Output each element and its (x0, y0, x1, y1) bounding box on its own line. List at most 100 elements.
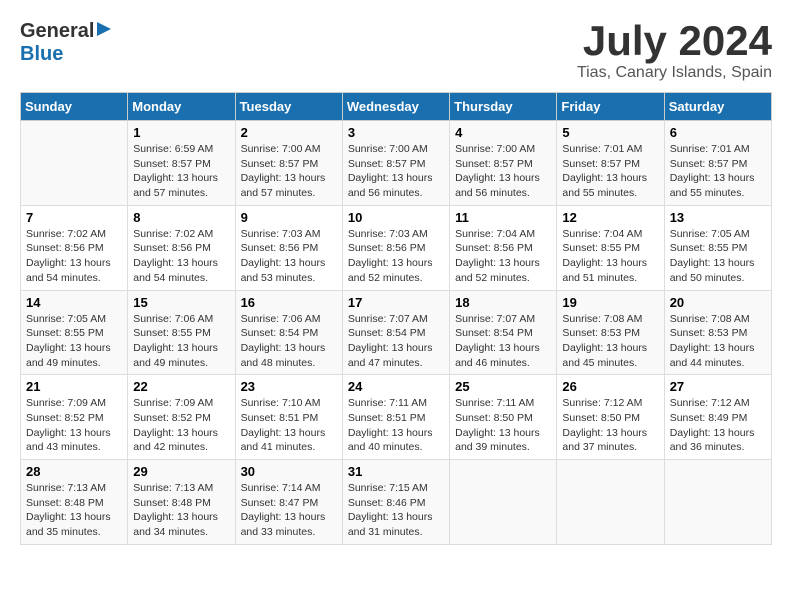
day-info: Sunrise: 7:12 AM Sunset: 8:50 PM Dayligh… (562, 396, 658, 455)
day-number: 19 (562, 295, 658, 310)
day-info: Sunrise: 7:12 AM Sunset: 8:49 PM Dayligh… (670, 396, 766, 455)
day-number: 25 (455, 379, 551, 394)
calendar-cell: 20Sunrise: 7:08 AM Sunset: 8:53 PM Dayli… (664, 290, 771, 375)
calendar-cell: 13 Sunrise: 7:05 AM Sunset: 8:55 PM Dayli… (664, 205, 771, 290)
day-number: 23 (241, 379, 337, 394)
column-header-monday: Monday (128, 93, 235, 121)
day-info: Sunrise: 7:08 AM Sunset: 8:53 PM Dayligh… (562, 312, 658, 371)
day-info: Sunrise: 7:13 AM Sunset: 8:48 PM Dayligh… (133, 481, 229, 540)
calendar-cell: 5 Sunrise: 7:01 AM Sunset: 8:57 PM Daylig… (557, 121, 664, 206)
day-number: 11 (455, 210, 551, 225)
calendar-cell: 16Sunrise: 7:06 AM Sunset: 8:54 PM Dayli… (235, 290, 342, 375)
calendar-cell: 21 Sunrise: 7:09 AM Sunset: 8:52 PM Dayli… (21, 375, 128, 460)
day-info: Sunrise: 7:00 AM Sunset: 8:57 PM Dayligh… (455, 142, 551, 201)
calendar-cell: 28 Sunrise: 7:13 AM Sunset: 8:48 PM Dayli… (21, 460, 128, 545)
calendar-cell: 10 Sunrise: 7:03 AM Sunset: 8:56 PM Dayli… (342, 205, 449, 290)
calendar-cell: 19 Sunrise: 7:08 AM Sunset: 8:53 PM Dayli… (557, 290, 664, 375)
calendar-cell: 14Sunrise: 7:05 AM Sunset: 8:55 PM Dayli… (21, 290, 128, 375)
day-number: 24 (348, 379, 444, 394)
day-info: Sunrise: 7:07 AM Sunset: 8:54 PM Dayligh… (348, 312, 444, 371)
day-info: Sunrise: 7:09 AM Sunset: 8:52 PM Dayligh… (133, 396, 229, 455)
location-text: Tias, Canary Islands, Spain (577, 64, 772, 82)
day-info: Sunrise: 7:05 AM Sunset: 8:55 PM Dayligh… (26, 312, 122, 371)
calendar-cell (21, 121, 128, 206)
month-title: July 2024 (577, 20, 772, 62)
day-info: Sunrise: 7:00 AM Sunset: 8:57 PM Dayligh… (348, 142, 444, 201)
day-number: 26 (562, 379, 658, 394)
day-number: 29 (133, 464, 229, 479)
day-number: 1 (133, 125, 229, 140)
day-number: 13 (670, 210, 766, 225)
column-header-sunday: Sunday (21, 93, 128, 121)
column-header-friday: Friday (557, 93, 664, 121)
logo-general-text: General (20, 20, 94, 43)
day-info: Sunrise: 7:01 AM Sunset: 8:57 PM Dayligh… (562, 142, 658, 201)
day-number: 8 (133, 210, 229, 225)
day-info: Sunrise: 6:59 AM Sunset: 8:57 PM Dayligh… (133, 142, 229, 201)
logo: General Blue (20, 20, 113, 66)
column-header-thursday: Thursday (450, 93, 557, 121)
calendar-cell: 8 Sunrise: 7:02 AM Sunset: 8:56 PM Daylig… (128, 205, 235, 290)
day-info: Sunrise: 7:06 AM Sunset: 8:55 PM Dayligh… (133, 312, 229, 371)
day-info: Sunrise: 7:07 AM Sunset: 8:54 PM Dayligh… (455, 312, 551, 371)
day-number: 17 (348, 295, 444, 310)
column-header-wednesday: Wednesday (342, 93, 449, 121)
calendar-cell: 6Sunrise: 7:01 AM Sunset: 8:57 PM Daylig… (664, 121, 771, 206)
day-info: Sunrise: 7:00 AM Sunset: 8:57 PM Dayligh… (241, 142, 337, 201)
day-info: Sunrise: 7:15 AM Sunset: 8:46 PM Dayligh… (348, 481, 444, 540)
day-info: Sunrise: 7:03 AM Sunset: 8:56 PM Dayligh… (348, 227, 444, 286)
calendar-cell: 1 Sunrise: 6:59 AM Sunset: 8:57 PM Daylig… (128, 121, 235, 206)
calendar-cell (664, 460, 771, 545)
calendar-week-row: 21 Sunrise: 7:09 AM Sunset: 8:52 PM Dayli… (21, 375, 772, 460)
calendar-cell: 30 Sunrise: 7:14 AM Sunset: 8:47 PM Dayli… (235, 460, 342, 545)
calendar-cell: 22 Sunrise: 7:09 AM Sunset: 8:52 PM Dayli… (128, 375, 235, 460)
day-number: 28 (26, 464, 122, 479)
calendar-table: SundayMondayTuesdayWednesdayThursdayFrid… (20, 92, 772, 545)
title-block: July 2024 Tias, Canary Islands, Spain (577, 20, 772, 82)
calendar-cell: 11 Sunrise: 7:04 AM Sunset: 8:56 PM Dayli… (450, 205, 557, 290)
calendar-cell: 9Sunrise: 7:03 AM Sunset: 8:56 PM Daylig… (235, 205, 342, 290)
day-number: 21 (26, 379, 122, 394)
day-number: 10 (348, 210, 444, 225)
day-info: Sunrise: 7:11 AM Sunset: 8:51 PM Dayligh… (348, 396, 444, 455)
calendar-cell: 7 Sunrise: 7:02 AM Sunset: 8:56 PM Daylig… (21, 205, 128, 290)
day-info: Sunrise: 7:14 AM Sunset: 8:47 PM Dayligh… (241, 481, 337, 540)
day-number: 27 (670, 379, 766, 394)
calendar-week-row: 7 Sunrise: 7:02 AM Sunset: 8:56 PM Daylig… (21, 205, 772, 290)
calendar-cell: 3Sunrise: 7:00 AM Sunset: 8:57 PM Daylig… (342, 121, 449, 206)
calendar-week-row: 14Sunrise: 7:05 AM Sunset: 8:55 PM Dayli… (21, 290, 772, 375)
day-number: 9 (241, 210, 337, 225)
calendar-cell: 29 Sunrise: 7:13 AM Sunset: 8:48 PM Dayli… (128, 460, 235, 545)
day-info: Sunrise: 7:04 AM Sunset: 8:56 PM Dayligh… (455, 227, 551, 286)
logo-arrow-icon (95, 20, 113, 43)
calendar-cell: 15 Sunrise: 7:06 AM Sunset: 8:55 PM Dayli… (128, 290, 235, 375)
day-info: Sunrise: 7:04 AM Sunset: 8:55 PM Dayligh… (562, 227, 658, 286)
day-number: 18 (455, 295, 551, 310)
calendar-cell: 31 Sunrise: 7:15 AM Sunset: 8:46 PM Dayli… (342, 460, 449, 545)
day-info: Sunrise: 7:02 AM Sunset: 8:56 PM Dayligh… (133, 227, 229, 286)
calendar-cell (450, 460, 557, 545)
calendar-cell: 24 Sunrise: 7:11 AM Sunset: 8:51 PM Dayli… (342, 375, 449, 460)
day-info: Sunrise: 7:11 AM Sunset: 8:50 PM Dayligh… (455, 396, 551, 455)
day-number: 30 (241, 464, 337, 479)
calendar-cell: 18 Sunrise: 7:07 AM Sunset: 8:54 PM Dayli… (450, 290, 557, 375)
day-info: Sunrise: 7:02 AM Sunset: 8:56 PM Dayligh… (26, 227, 122, 286)
day-info: Sunrise: 7:13 AM Sunset: 8:48 PM Dayligh… (26, 481, 122, 540)
day-info: Sunrise: 7:05 AM Sunset: 8:55 PM Dayligh… (670, 227, 766, 286)
day-info: Sunrise: 7:01 AM Sunset: 8:57 PM Dayligh… (670, 142, 766, 201)
day-number: 22 (133, 379, 229, 394)
day-number: 7 (26, 210, 122, 225)
calendar-week-row: 28 Sunrise: 7:13 AM Sunset: 8:48 PM Dayli… (21, 460, 772, 545)
page-header: General Blue July 2024 Tias, Canary Isla… (20, 20, 772, 82)
logo-blue-text: Blue (20, 43, 63, 65)
calendar-cell: 23Sunrise: 7:10 AM Sunset: 8:51 PM Dayli… (235, 375, 342, 460)
calendar-cell: 25 Sunrise: 7:11 AM Sunset: 8:50 PM Dayli… (450, 375, 557, 460)
calendar-week-row: 1 Sunrise: 6:59 AM Sunset: 8:57 PM Daylig… (21, 121, 772, 206)
calendar-header-row: SundayMondayTuesdayWednesdayThursdayFrid… (21, 93, 772, 121)
day-info: Sunrise: 7:09 AM Sunset: 8:52 PM Dayligh… (26, 396, 122, 455)
calendar-cell: 17 Sunrise: 7:07 AM Sunset: 8:54 PM Dayli… (342, 290, 449, 375)
day-number: 15 (133, 295, 229, 310)
day-number: 12 (562, 210, 658, 225)
day-number: 5 (562, 125, 658, 140)
day-number: 31 (348, 464, 444, 479)
